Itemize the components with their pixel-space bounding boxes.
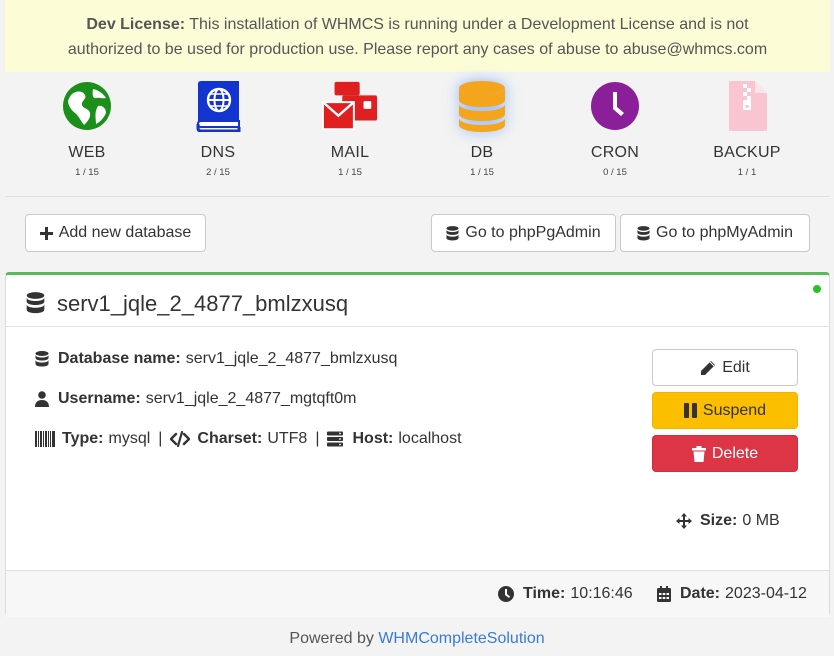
module-mail[interactable]: MAIL 1 / 15 — [290, 72, 410, 196]
module-count: 1 / 1 — [737, 167, 757, 178]
database-name-label: Database name: — [58, 350, 181, 367]
banner-bold-label: Dev License: — [86, 16, 186, 33]
delete-label: Delete — [711, 444, 759, 462]
clock-icon — [591, 82, 639, 130]
user-icon — [35, 391, 49, 407]
database-icon — [35, 351, 49, 367]
module-count: 1 / 15 — [75, 167, 99, 178]
pencil-icon — [701, 360, 716, 375]
database-card: serv1_jqle_2_4877_bmlzxusq Database name… — [5, 272, 830, 617]
plus-icon — [39, 226, 53, 240]
module-dns[interactable]: DNS 2 / 15 — [158, 72, 278, 196]
date-label: Date: — [680, 585, 721, 602]
status-online-indicator — [813, 285, 821, 293]
card-header: serv1_jqle_2_4877_bmlzxusq — [6, 275, 829, 327]
module-label: DNS — [200, 144, 236, 161]
clock-icon — [498, 586, 514, 602]
charset-value: UTF8 — [267, 430, 308, 447]
module-cron[interactable]: CRON 0 / 15 — [555, 72, 675, 196]
module-count: 0 / 15 — [603, 167, 627, 178]
size-label: Size: — [700, 512, 738, 529]
phpmyadmin-label: Go to phpMyAdmin — [656, 224, 793, 241]
card-footer: Time: 10:16:46 Date: 2023-04-12 — [6, 570, 829, 617]
module-label: MAIL — [330, 144, 370, 161]
phpmyadmin-button[interactable]: Go to phpMyAdmin — [620, 214, 810, 252]
module-db[interactable]: DB 1 / 15 — [422, 72, 542, 196]
time-row: Time: 10:16:46 — [498, 585, 633, 603]
size-value: 0 MB — [742, 512, 780, 529]
module-web[interactable]: WEB 1 / 15 — [27, 72, 147, 196]
separator: | — [315, 430, 320, 447]
archive-file-icon — [729, 81, 767, 131]
database-meta-row: Type: mysql | Charset: UTF8 | Host: loca… — [35, 430, 462, 448]
module-label: DB — [470, 144, 494, 161]
database-name-row: Database name: serv1_jqle_2_4877_bmlzxus… — [35, 350, 397, 368]
globe-icon — [63, 82, 111, 130]
barcode-icon — [35, 431, 55, 447]
time-value: 10:16:46 — [570, 585, 633, 602]
server-icon — [327, 431, 344, 447]
module-label: WEB — [68, 144, 106, 161]
add-database-button[interactable]: Add new database — [25, 214, 206, 252]
host-label: Host: — [352, 430, 394, 447]
suspend-button[interactable]: Suspend — [652, 392, 798, 429]
charset-label: Charset: — [197, 430, 263, 447]
database-icon — [637, 225, 650, 240]
calendar-icon — [657, 586, 671, 602]
date-value: 2023-04-12 — [725, 585, 807, 602]
module-nav: WEB 1 / 15 DNS 2 / 15 MAIL 1 / 15 DB 1 /… — [0, 72, 834, 196]
add-database-label: Add new database — [58, 224, 192, 241]
type-label: Type: — [62, 430, 104, 447]
trash-icon — [691, 445, 706, 462]
database-icon — [26, 292, 45, 314]
size-row: Size: 0 MB — [676, 512, 780, 530]
separator: | — [158, 430, 163, 447]
edit-label: Edit — [722, 358, 750, 376]
module-label: BACKUP — [713, 144, 781, 161]
database-icon — [446, 225, 459, 240]
phppgadmin-button[interactable]: Go to phpPgAdmin — [431, 214, 616, 252]
banner-line1: This installation of WHMCS is running un… — [185, 16, 749, 33]
move-arrows-icon — [676, 513, 692, 529]
banner-line2: authorized to be used for production use… — [67, 41, 768, 58]
username-row: Username: serv1_jqle_2_4877_mgtqft0m — [35, 390, 357, 408]
host-value: localhost — [398, 430, 462, 447]
time-label: Time: — [523, 585, 566, 602]
suspend-label: Suspend — [702, 401, 767, 419]
powered-by: Powered by WHMCompleteSolution — [0, 630, 834, 648]
module-backup[interactable]: BACKUP 1 / 1 — [687, 72, 807, 196]
database-name-value: serv1_jqle_2_4877_bmlzxusq — [185, 350, 398, 367]
phppgadmin-label: Go to phpPgAdmin — [465, 224, 601, 241]
date-row: Date: 2023-04-12 — [657, 585, 807, 603]
database-title: serv1_jqle_2_4877_bmlzxusq — [57, 291, 349, 316]
module-count: 1 / 15 — [470, 167, 494, 178]
powered-text: Powered by — [289, 630, 379, 647]
type-value: mysql — [108, 430, 151, 447]
whmcs-link[interactable]: WHMCompleteSolution — [378, 630, 544, 647]
module-count: 1 / 15 — [338, 167, 362, 178]
divider — [5, 196, 830, 197]
dns-book-icon — [196, 81, 241, 132]
module-count: 2 / 15 — [206, 167, 230, 178]
pause-icon — [683, 403, 697, 418]
dev-license-banner: Dev License: This installation of WHMCS … — [5, 0, 830, 72]
code-icon — [170, 431, 191, 447]
username-value: serv1_jqle_2_4877_mgtqft0m — [145, 390, 357, 407]
module-label: CRON — [590, 144, 640, 161]
edit-button[interactable]: Edit — [652, 349, 798, 386]
username-label: Username: — [58, 390, 141, 407]
database-icon — [459, 81, 505, 132]
mail-icon — [321, 81, 378, 131]
delete-button[interactable]: Delete — [652, 435, 798, 472]
